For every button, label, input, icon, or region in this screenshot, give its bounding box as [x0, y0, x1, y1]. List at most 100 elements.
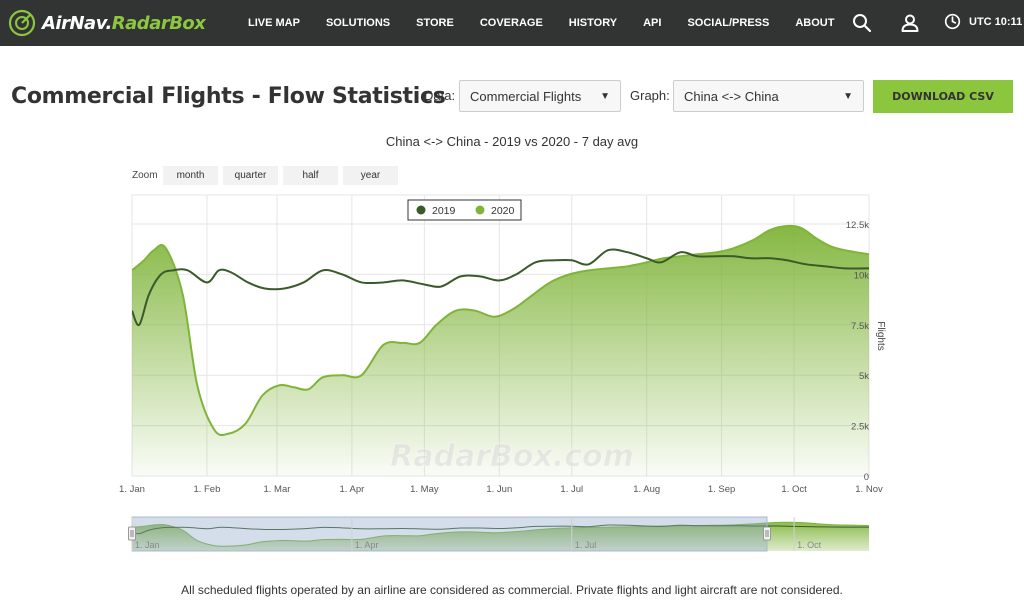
series-2020-point	[606, 266, 610, 270]
series-2020-point	[662, 256, 666, 260]
series-2020-point	[492, 315, 496, 319]
navigator[interactable]: 1. Jan 1. Apr 1. Jul 1. Oct	[128, 516, 870, 552]
x-tick-label: 1. Mar	[264, 484, 291, 495]
x-tick-label: 1. Jul	[560, 484, 583, 495]
series-2019-point	[625, 250, 629, 254]
navigator-label: 1. Apr	[355, 540, 379, 550]
series-2020-point	[292, 385, 296, 389]
series-2019-point	[137, 323, 141, 327]
series-2020-point	[244, 422, 248, 426]
series-2020-point	[260, 393, 264, 397]
series-2019-point	[587, 262, 591, 266]
series-2020-point	[164, 246, 168, 250]
series-2020-point	[512, 307, 516, 311]
legend-2020-label[interactable]: 2020	[491, 205, 515, 217]
legend-2019-label[interactable]: 2019	[432, 205, 456, 217]
series-2019-point	[360, 280, 364, 284]
series-2020-point	[306, 387, 310, 391]
series-2020-point	[785, 224, 789, 228]
series-2020-point	[212, 428, 216, 432]
series-2019-point	[695, 254, 699, 258]
series-2019-point	[497, 278, 501, 282]
x-tick-label: 1. Jan	[119, 484, 145, 495]
series-2020-point	[321, 375, 325, 379]
y-tick-label: 7.5k	[851, 321, 869, 332]
y-tick-label: 5k	[859, 371, 869, 382]
navigator-label: 1. Jul	[575, 540, 597, 550]
series-2019-point	[534, 260, 538, 264]
x-tick-label: 1. Oct	[781, 484, 807, 495]
series-2019-point	[606, 248, 610, 252]
series-2020-point	[867, 252, 871, 256]
flights-chart: RadarBox.com 1. Jan 1. Feb 1. Mar 1. Apr 1. …	[119, 194, 886, 552]
x-tick-label: 1. Feb	[193, 484, 220, 495]
series-2019-point	[478, 274, 482, 278]
series-2020-point	[715, 250, 719, 254]
series-2020-point	[130, 268, 134, 272]
series-2019-point	[159, 272, 163, 276]
series-2020-point	[401, 341, 405, 345]
series-2020-point	[625, 264, 629, 268]
series-2019-point	[147, 293, 151, 297]
series-2019-point	[514, 272, 518, 276]
y-tick-label: 0	[864, 472, 869, 483]
series-2019-point	[171, 268, 175, 272]
series-2020-point	[195, 383, 199, 387]
series-2019-point	[229, 270, 233, 274]
navigator-label: 1. Jan	[135, 540, 160, 550]
series-2020-point	[828, 244, 832, 248]
series-2019-point	[645, 256, 649, 260]
y-axis-title: Flights	[875, 321, 886, 350]
x-tick-label: 1. Apr	[339, 484, 364, 495]
series-2020-point	[381, 343, 385, 347]
series-2019-point	[246, 280, 250, 284]
legend-2019-marker[interactable]	[416, 205, 426, 215]
series-2019-point	[679, 250, 683, 254]
footnote: All scheduled flights operated by an air…	[181, 583, 843, 597]
series-2020-point	[181, 293, 185, 297]
watermark: RadarBox.com	[390, 439, 634, 474]
x-tick-label: 1. Jun	[486, 484, 512, 495]
legend-2020-marker[interactable]	[475, 205, 485, 215]
series-2019-point	[749, 256, 753, 260]
series-2019-point	[381, 280, 385, 284]
series-2019-point	[401, 278, 405, 282]
x-tick-label: 1. Sep	[708, 484, 735, 495]
series-2020-point	[567, 272, 571, 276]
series-2020-point	[732, 246, 736, 250]
series-2019-point	[768, 256, 772, 260]
series-2019-point	[715, 254, 719, 258]
navigator-selection	[131, 516, 768, 552]
series-2019-point	[321, 268, 325, 272]
series-2020-point	[277, 383, 281, 387]
series-2020-point	[418, 341, 422, 345]
series-2020-point	[751, 238, 755, 242]
series-2020-point	[152, 248, 156, 252]
series-2019-point	[130, 309, 134, 313]
series-2020-point	[454, 309, 458, 313]
series-2020-point	[227, 432, 231, 436]
navigator-handle[interactable]	[763, 526, 771, 541]
series-2020-point	[360, 373, 364, 377]
series-2019-point	[570, 258, 574, 262]
x-tick-label: 1. May	[410, 484, 439, 495]
series-2019-point	[732, 254, 736, 258]
series-2020-point	[768, 228, 772, 232]
navigator-handle[interactable]	[128, 526, 136, 541]
series-2019-point	[659, 260, 663, 264]
chart-legend: 2019 2020	[407, 199, 522, 221]
series-2020-point	[340, 373, 344, 377]
series-2019-point	[459, 274, 463, 278]
x-tick-label: 1. Nov	[855, 484, 883, 495]
series-2019-point	[217, 268, 221, 272]
series-2020-point	[531, 293, 535, 297]
navigator-label: 1. Oct	[797, 540, 822, 550]
series-2019-point	[186, 268, 190, 272]
series-2020-point	[473, 309, 477, 313]
series-2019-point	[282, 286, 286, 290]
series-2019-point	[205, 280, 209, 284]
series-2020-point	[587, 268, 591, 272]
y-tick-label: 2.5k	[851, 422, 869, 433]
y-tick-label: 12.5k	[846, 220, 869, 231]
series-2019-point	[340, 272, 344, 276]
